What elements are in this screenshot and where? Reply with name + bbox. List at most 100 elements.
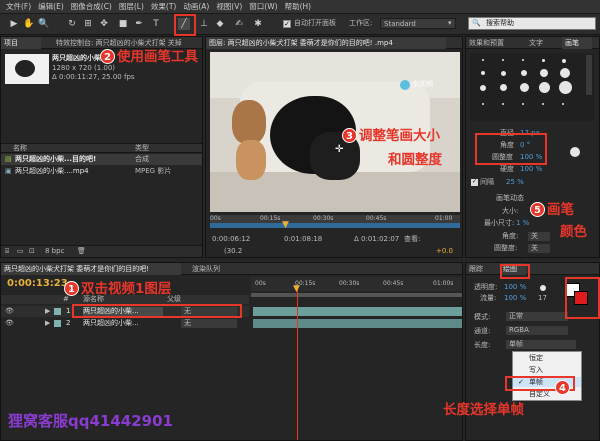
layer-parent-select[interactable]: 无 bbox=[181, 319, 237, 328]
puppet-tool-icon[interactable]: ✱ bbox=[252, 18, 264, 30]
brush-presets-grid[interactable] bbox=[470, 53, 594, 121]
video-watermark: 宗视频 bbox=[412, 80, 433, 88]
interpret-footage-icon[interactable]: ⌸ bbox=[5, 247, 9, 256]
pan-behind-tool-icon[interactable]: ✥ bbox=[98, 18, 110, 30]
ruler-mark: 00:30s bbox=[313, 215, 334, 222]
ruler-mark: 00s bbox=[210, 215, 221, 222]
timeline-playhead[interactable] bbox=[297, 285, 298, 440]
eye-icon[interactable]: 👁 bbox=[5, 307, 14, 316]
playhead-icon[interactable]: ▼ bbox=[293, 285, 300, 294]
timecode-in[interactable]: 0:00:06:12 bbox=[212, 235, 250, 244]
new-folder-icon[interactable]: ▭ bbox=[17, 247, 24, 256]
dyn-angle-select[interactable]: 关 bbox=[528, 232, 550, 241]
timeline-timecode[interactable]: 0:00:13:23 bbox=[7, 278, 68, 289]
layer-2-bar[interactable] bbox=[253, 319, 462, 328]
step-3-badge: 3 bbox=[342, 128, 357, 143]
clone-stamp-tool-icon[interactable]: ⊥ bbox=[198, 18, 210, 30]
menu-help[interactable]: 帮助(H) bbox=[285, 1, 312, 12]
menu-file[interactable]: 文件(F) bbox=[6, 1, 31, 12]
expand-triangle-icon[interactable]: ▶ bbox=[45, 319, 50, 328]
tab-render-queue[interactable]: 渲染队列 bbox=[189, 263, 239, 275]
label-color-swatch[interactable] bbox=[54, 308, 61, 315]
tab-text[interactable]: 文字 bbox=[526, 37, 554, 49]
hardness-value[interactable]: 100 % bbox=[520, 165, 542, 174]
layer-name[interactable]: 两只超凶的小柴... bbox=[83, 319, 163, 328]
tab-composition[interactable]: 两只超凶的小柴犬打架 委萌才是你们的目的吧! bbox=[1, 263, 181, 275]
expand-triangle-icon[interactable]: ▶ bbox=[45, 307, 50, 316]
layer-row[interactable]: 👁 ▶ 2 两只超凶的小柴... 无 bbox=[1, 318, 249, 329]
brush-tip-icon[interactable] bbox=[540, 285, 546, 291]
menu-composition[interactable]: 图像合成(C) bbox=[71, 1, 112, 12]
auto-open-checkbox[interactable]: ✓ bbox=[283, 20, 291, 28]
eraser-tool-icon[interactable]: ◆ bbox=[214, 18, 226, 30]
timecode-out[interactable]: 0:01:08:18 bbox=[284, 235, 322, 244]
project-item-row[interactable]: ▣ 两只超凶的小柴....mp4 MPEG 影片 bbox=[1, 166, 202, 177]
project-column-header: 名称 类型 bbox=[1, 143, 202, 153]
workspace-select[interactable]: Standard bbox=[380, 18, 456, 29]
tab-tracker[interactable]: 跟踪 bbox=[466, 263, 494, 275]
viewer-work-area-bar[interactable] bbox=[210, 223, 460, 228]
dyn-min-size-value[interactable]: 1 % bbox=[516, 219, 529, 228]
step-1-badge: 1 bbox=[64, 281, 79, 296]
menu-view[interactable]: 视图(V) bbox=[216, 1, 242, 12]
bpc-label[interactable]: 8 bpc bbox=[45, 247, 64, 256]
tab-effects-presets[interactable]: 效果和预置 bbox=[466, 37, 518, 49]
selection-tool-icon[interactable]: ▶ bbox=[8, 18, 20, 30]
search-icon: 🔍 bbox=[472, 19, 481, 27]
brush-cursor-icon: ✛ bbox=[335, 144, 344, 155]
step-1-text: 双击视频1图层 bbox=[81, 281, 172, 297]
label-color-swatch[interactable] bbox=[54, 320, 61, 327]
menu-animation[interactable]: 动画(A) bbox=[183, 1, 209, 12]
mask-tool-icon[interactable]: ■ bbox=[117, 18, 129, 30]
presets-scrollbar[interactable] bbox=[586, 55, 592, 95]
annotation-step-5: 5 画笔 bbox=[530, 202, 574, 218]
paint-tab-highlight bbox=[500, 264, 530, 279]
dyn-size-label: 大小: bbox=[502, 207, 519, 215]
menu-effect[interactable]: 效果(T) bbox=[151, 1, 176, 12]
video-logo-icon bbox=[400, 80, 410, 90]
spacing-checkbox[interactable]: ✓ bbox=[471, 179, 478, 186]
workspace-label: 工作区: bbox=[349, 19, 373, 27]
tab-layer-viewer[interactable]: 图层: 两只超凶的小柴犬打架 委萌才是你们的目的吧! .mp4 bbox=[206, 37, 446, 49]
rotate-tool-icon[interactable]: ↻ bbox=[66, 18, 78, 30]
layer-1-bar[interactable] bbox=[253, 307, 462, 316]
dyn-roundness-select[interactable]: 关 bbox=[528, 244, 550, 253]
trash-icon[interactable]: 🗑 bbox=[77, 247, 86, 256]
zoom-tool-icon[interactable]: 🔍 bbox=[38, 18, 50, 30]
composition-icon: ▤ bbox=[5, 155, 12, 163]
tab-project[interactable]: 项目 bbox=[1, 37, 41, 49]
roto-brush-tool-icon[interactable]: ✍ bbox=[233, 18, 245, 30]
menu-window[interactable]: 窗口(W) bbox=[249, 1, 277, 12]
timeline-ruler[interactable]: 00s 00:15s 00:30s 00:45s 01:00s bbox=[251, 277, 462, 291]
new-comp-icon[interactable]: ⊡ bbox=[29, 247, 35, 256]
tab-effect-controls[interactable]: 特效控制台: 两只超凶的小柴犬打架 关掉 bbox=[53, 37, 203, 49]
viewer-time-ruler[interactable]: 00s 00:15s 00:30s 00:45s 01:00 bbox=[210, 215, 460, 223]
menu-edit[interactable]: 编辑(E) bbox=[38, 1, 64, 12]
view-label: 查看: bbox=[404, 235, 421, 243]
flow-value[interactable]: 100 % bbox=[504, 294, 526, 303]
eye-icon[interactable]: 👁 bbox=[5, 319, 14, 328]
camera-tool-icon[interactable]: ⊞ bbox=[82, 18, 94, 30]
menu-layer[interactable]: 图层(L) bbox=[119, 1, 144, 12]
hand-tool-icon[interactable]: ✋ bbox=[23, 18, 35, 30]
dropdown-option[interactable]: 恒定 bbox=[529, 354, 543, 363]
type-tool-icon[interactable]: T bbox=[150, 18, 162, 30]
channel-select[interactable]: RGBA bbox=[506, 326, 568, 335]
playhead-icon[interactable]: ▼ bbox=[282, 220, 289, 230]
mode-select[interactable]: 正常 bbox=[506, 312, 568, 321]
opacity-value[interactable]: 100 % bbox=[504, 283, 526, 292]
duration-select[interactable]: 单帧 bbox=[506, 340, 576, 349]
ruler-mark: 00:45s bbox=[383, 280, 404, 287]
step-5-line1: 画笔 bbox=[547, 202, 574, 218]
pen-tool-icon[interactable]: ✒ bbox=[133, 18, 145, 30]
work-area-bar[interactable] bbox=[251, 293, 462, 297]
tab-brush[interactable]: 画笔 bbox=[562, 37, 592, 49]
brush-preview-icon bbox=[570, 147, 580, 157]
dropdown-option[interactable]: 写入 bbox=[529, 366, 543, 375]
dropdown-option[interactable]: 自定义 bbox=[529, 390, 550, 399]
project-item-row[interactable]: ▤ 两只超凶的小柴...目的吧! 合成 bbox=[1, 154, 202, 165]
spacing-value[interactable]: 25 % bbox=[506, 178, 524, 187]
zoom-select[interactable]: (30.2 bbox=[224, 247, 242, 256]
annotation-step-1: 1 双击视频1图层 bbox=[64, 281, 171, 297]
exposure-value[interactable]: +0.0 bbox=[436, 247, 453, 256]
